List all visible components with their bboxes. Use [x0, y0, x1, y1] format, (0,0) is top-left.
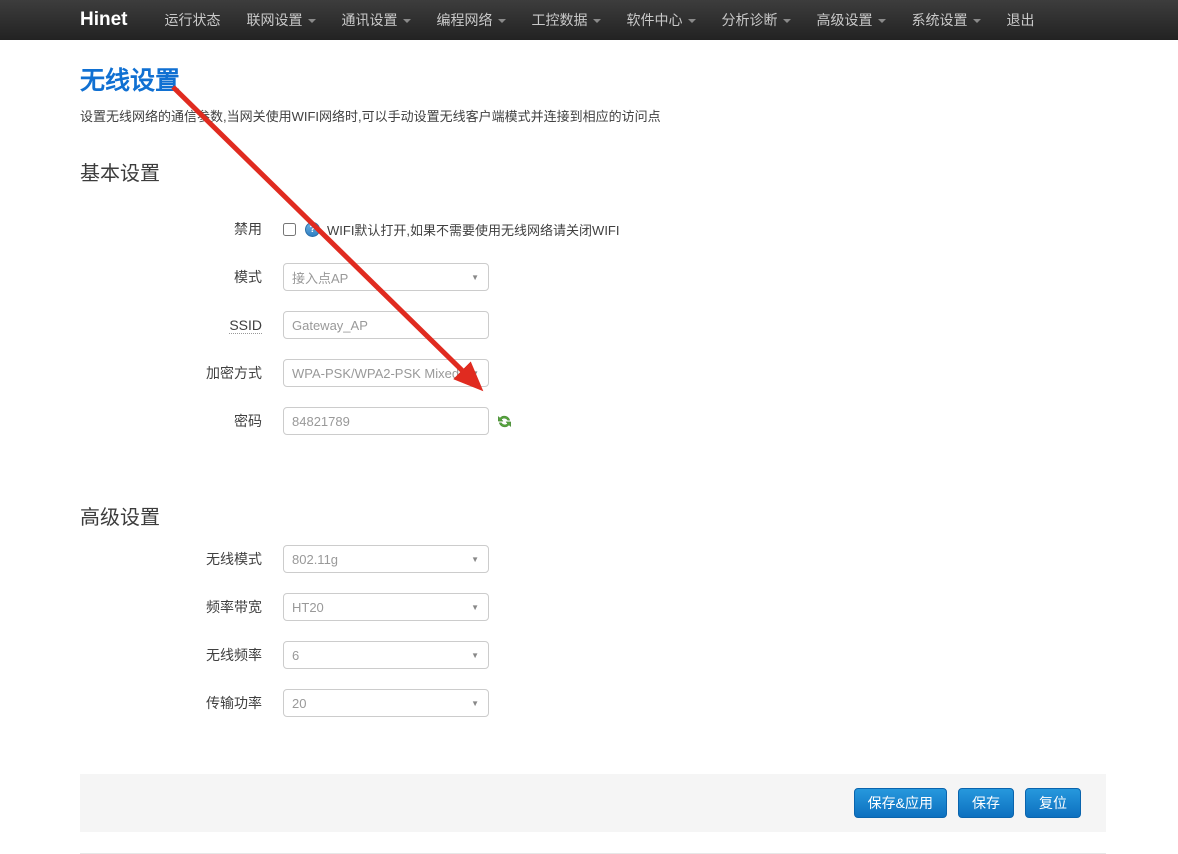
encryption-select[interactable]: WPA-PSK/WPA2-PSK Mixed Mode ▼	[283, 359, 489, 387]
page-title: 无线设置	[80, 40, 1106, 97]
nav-item-analysis-diagnosis[interactable]: 分析诊断	[722, 10, 791, 30]
disable-checkbox[interactable]	[283, 223, 296, 236]
nav-item-label: 系统设置	[912, 10, 968, 30]
bandwidth-select[interactable]: HT20 ▼	[283, 593, 489, 621]
wireless-mode-select-value: 802.11g	[292, 552, 466, 567]
tx-power-label: 传输功率	[80, 693, 262, 713]
nav-item-label: 退出	[1007, 10, 1035, 30]
form-row-wireless-mode: 无线模式 802.11g ▼	[80, 545, 1106, 573]
disable-hint-text: WIFI默认打开,如果不需要使用无线网络请关闭WIFI	[327, 220, 619, 239]
main-content: 无线设置 设置无线网络的通信参数,当网关使用WIFI网络时,可以手动设置无线客户…	[80, 40, 1106, 854]
ssid-input[interactable]	[283, 311, 489, 339]
reset-button[interactable]: 复位	[1025, 788, 1081, 818]
select-caret-icon: ▼	[471, 604, 479, 612]
form-row-ssid: SSID	[80, 311, 1106, 339]
disable-label: 禁用	[80, 219, 262, 239]
nav-item-label: 工控数据	[532, 10, 588, 30]
chevron-down-icon	[783, 19, 791, 23]
nav-item-label: 分析诊断	[722, 10, 778, 30]
ssid-label-text: SSID	[229, 317, 262, 334]
section-heading-advanced: 高级设置	[80, 501, 1106, 530]
bandwidth-label: 频率带宽	[80, 597, 262, 617]
nav-item-label: 通讯设置	[342, 10, 398, 30]
wireless-mode-label: 无线模式	[80, 549, 262, 569]
page-subtitle: 设置无线网络的通信参数,当网关使用WIFI网络时,可以手动设置无线客户端模式并连…	[80, 106, 1106, 125]
password-input[interactable]	[283, 407, 489, 435]
tx-power-select-value: 20	[292, 696, 466, 711]
nav-item-running-status[interactable]: 运行状态	[165, 10, 221, 30]
generate-password-refresh-icon[interactable]	[497, 414, 512, 429]
chevron-down-icon	[308, 19, 316, 23]
ssid-label: SSID	[80, 317, 262, 333]
nav-item-system-settings[interactable]: 系统设置	[912, 10, 981, 30]
nav-item-advanced-settings[interactable]: 高级设置	[817, 10, 886, 30]
channel-select[interactable]: 6 ▼	[283, 641, 489, 669]
help-icon[interactable]: ?	[305, 222, 320, 237]
nav-item-industrial-data[interactable]: 工控数据	[532, 10, 601, 30]
nav-item-network-settings[interactable]: 联网设置	[247, 10, 316, 30]
select-caret-icon: ▼	[471, 274, 479, 282]
password-label: 密码	[80, 411, 262, 431]
form-row-password: 密码	[80, 407, 1106, 435]
mode-label: 模式	[80, 267, 262, 287]
bandwidth-select-value: HT20	[292, 600, 466, 615]
section-heading-basic: 基本设置	[80, 157, 1106, 186]
nav-item-label: 高级设置	[817, 10, 873, 30]
save-apply-button[interactable]: 保存&应用	[854, 788, 947, 818]
select-caret-icon: ▼	[471, 370, 479, 378]
chevron-down-icon	[498, 19, 506, 23]
brand-logo[interactable]: Hinet	[80, 9, 128, 31]
chevron-down-icon	[688, 19, 696, 23]
nav-item-label: 联网设置	[247, 10, 303, 30]
channel-label: 无线频率	[80, 645, 262, 665]
select-caret-icon: ▼	[471, 556, 479, 564]
form-row-channel: 无线频率 6 ▼	[80, 641, 1106, 669]
encryption-select-value: WPA-PSK/WPA2-PSK Mixed Mode	[292, 366, 466, 381]
chevron-down-icon	[593, 19, 601, 23]
nav-item-software-center[interactable]: 软件中心	[627, 10, 696, 30]
mode-select[interactable]: 接入点AP ▼	[283, 263, 489, 291]
form-row-tx-power: 传输功率 20 ▼	[80, 689, 1106, 717]
form-row-encryption: 加密方式 WPA-PSK/WPA2-PSK Mixed Mode ▼	[80, 359, 1106, 387]
advanced-settings-form: 无线模式 802.11g ▼ 频率带宽 HT20 ▼ 无线频率 6	[80, 545, 1106, 717]
select-caret-icon: ▼	[471, 700, 479, 708]
nav-item-label: 编程网络	[437, 10, 493, 30]
wireless-mode-select[interactable]: 802.11g ▼	[283, 545, 489, 573]
encryption-label: 加密方式	[80, 363, 262, 383]
chevron-down-icon	[878, 19, 886, 23]
top-navbar: Hinet 运行状态 联网设置 通讯设置 编程网络 工控数据 软件中心 分析诊断…	[0, 0, 1178, 40]
tx-power-select[interactable]: 20 ▼	[283, 689, 489, 717]
nav-item-label: 软件中心	[627, 10, 683, 30]
action-bar: 保存&应用 保存 复位	[80, 774, 1106, 832]
chevron-down-icon	[973, 19, 981, 23]
form-row-bandwidth: 频率带宽 HT20 ▼	[80, 593, 1106, 621]
chevron-down-icon	[403, 19, 411, 23]
channel-select-value: 6	[292, 648, 466, 663]
nav-item-programming-network[interactable]: 编程网络	[437, 10, 506, 30]
nav-item-logout[interactable]: 退出	[1007, 10, 1035, 30]
nav-item-comm-settings[interactable]: 通讯设置	[342, 10, 411, 30]
save-button[interactable]: 保存	[958, 788, 1014, 818]
form-row-disable: 禁用 ? WIFI默认打开,如果不需要使用无线网络请关闭WIFI	[80, 215, 1106, 243]
mode-select-value: 接入点AP	[292, 268, 466, 287]
basic-settings-form: 禁用 ? WIFI默认打开,如果不需要使用无线网络请关闭WIFI 模式 接入点A…	[80, 215, 1106, 435]
form-row-mode: 模式 接入点AP ▼	[80, 263, 1106, 291]
nav-item-label: 运行状态	[165, 10, 221, 30]
select-caret-icon: ▼	[471, 652, 479, 660]
